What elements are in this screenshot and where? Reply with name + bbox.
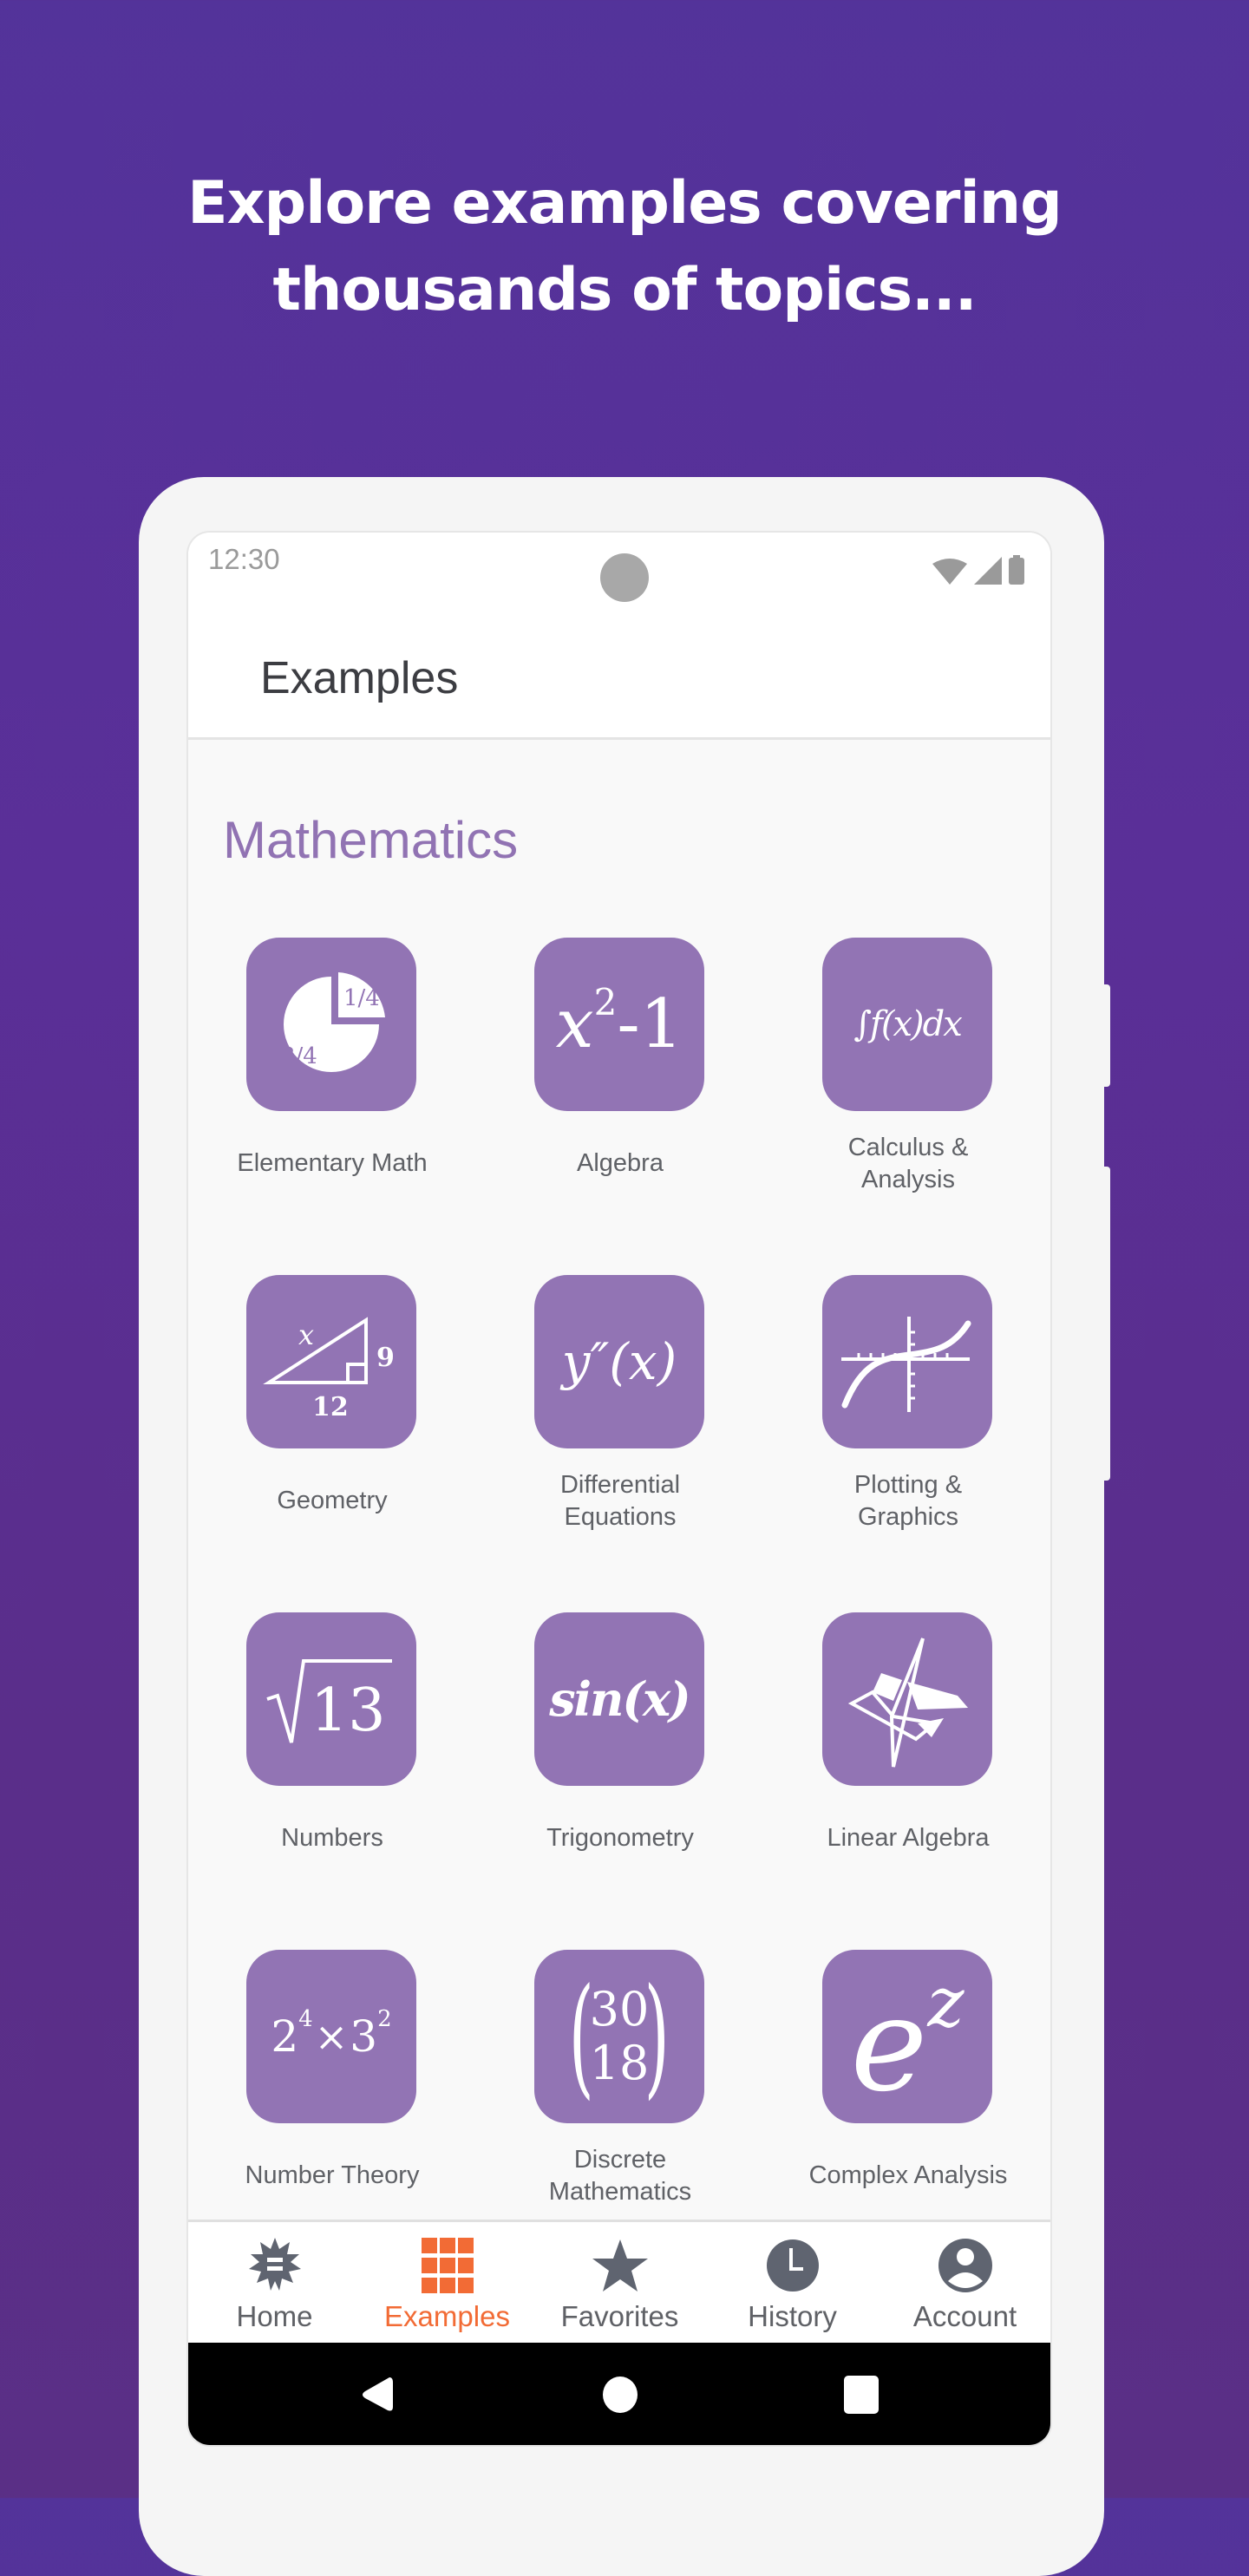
polynomial-icon: x 2 -1: [534, 938, 704, 1111]
svg-text:3/4: 3/4: [281, 1043, 317, 1069]
svg-text:9: 9: [376, 1343, 395, 1373]
topic-label: Complex Analysis: [808, 2161, 1008, 2189]
star-icon: [592, 2239, 648, 2292]
bottom-navigation: Home Examples Favorites History Account: [188, 2220, 1050, 2345]
topic-label: Numbers: [281, 1824, 383, 1852]
account-icon: [938, 2239, 992, 2292]
svg-text:13: 13: [311, 1677, 386, 1745]
derivative-icon: y″(x): [534, 1275, 704, 1448]
nav-home[interactable]: Home: [188, 2222, 361, 2345]
wifi-icon: [932, 559, 967, 585]
topic-label: Geometry: [277, 1487, 388, 1514]
square-root-icon: 13: [246, 1612, 416, 1786]
topic-label: Calculus & Analysis: [847, 1134, 969, 1193]
clock-icon: [766, 2239, 819, 2292]
svg-text:x: x: [298, 1318, 314, 1351]
right-triangle-icon: x 9 12: [246, 1275, 416, 1448]
topic-label: Elementary Math: [237, 1149, 428, 1177]
page-title: Examples: [260, 653, 459, 703]
status-time: 12:30: [208, 543, 280, 575]
system-navigation-bar: [188, 2343, 1050, 2445]
topic-differential-equations[interactable]: y″(x) Differential Equations: [476, 1275, 764, 1605]
front-camera: [600, 553, 649, 602]
nav-account[interactable]: Account: [879, 2222, 1050, 2345]
topic-calculus-analysis[interactable]: ∫f(x)dx Calculus & Analysis: [764, 938, 1050, 1267]
topic-label: Linear Algebra: [827, 1824, 990, 1852]
promo-headline: Explore examples covering thousands of t…: [0, 160, 1249, 334]
binomial-icon: ( 30 18 ): [534, 1950, 704, 2123]
topic-label: Algebra: [577, 1149, 664, 1177]
topic-elementary-math[interactable]: 1/4 3/4 Elementary Math: [188, 938, 476, 1267]
topic-geometry[interactable]: x 9 12 Geometry: [188, 1275, 476, 1605]
grid-icon: [421, 2238, 474, 2293]
phone-screen: 12:30 Examples Mathematics 1/4 3/4 Eleme…: [188, 533, 1050, 2445]
svg-text:1/4: 1/4: [343, 985, 380, 1011]
nav-examples[interactable]: Examples: [361, 2222, 533, 2345]
battery-icon: [1009, 555, 1024, 585]
headline-line-1: Explore examples covering: [187, 169, 1063, 238]
topic-linear-algebra[interactable]: Linear Algebra: [764, 1612, 1050, 1942]
topic-label: Discrete Mathematics: [548, 2146, 692, 2206]
exponential-icon: ez: [822, 1950, 992, 2123]
topic-plotting-graphics[interactable]: Plotting & Graphics: [764, 1275, 1050, 1605]
home-spikey-icon: [248, 2238, 301, 2291]
topic-label: Differential Equations: [559, 1471, 681, 1531]
intersecting-planes-icon: [822, 1612, 992, 1786]
phone-power-button: [1102, 984, 1110, 1087]
section-title: Mathematics: [223, 811, 519, 869]
topic-label: Trigonometry: [546, 1824, 694, 1852]
signal-icon: [974, 557, 1002, 585]
app-header: 12:30 Examples: [188, 533, 1050, 740]
topic-algebra[interactable]: x 2 -1 Algebra: [476, 938, 764, 1267]
topic-label: Number Theory: [245, 2161, 420, 2189]
recents-icon[interactable]: [843, 2376, 880, 2414]
status-icons: [932, 555, 1024, 585]
home-icon[interactable]: [601, 2376, 639, 2414]
topic-numbers[interactable]: 13 Numbers: [188, 1612, 476, 1942]
topic-label: Plotting & Graphics: [853, 1471, 963, 1531]
nav-history[interactable]: History: [706, 2222, 879, 2345]
integral-icon: ∫f(x)dx: [822, 938, 992, 1111]
svg-text:12: 12: [312, 1392, 349, 1422]
sine-icon: sin(x): [534, 1612, 704, 1786]
pie-fraction-icon: 1/4 3/4: [246, 938, 416, 1111]
prime-factor-icon: 2 4 × 3 2: [246, 1950, 416, 2123]
curve-plot-icon: [822, 1275, 992, 1448]
topic-trigonometry[interactable]: sin(x) Trigonometry: [476, 1612, 764, 1942]
nav-favorites[interactable]: Favorites: [533, 2222, 706, 2345]
phone-volume-button: [1102, 1167, 1110, 1481]
headline-line-2: thousands of topics...: [272, 256, 977, 324]
back-icon[interactable]: [360, 2376, 395, 2414]
